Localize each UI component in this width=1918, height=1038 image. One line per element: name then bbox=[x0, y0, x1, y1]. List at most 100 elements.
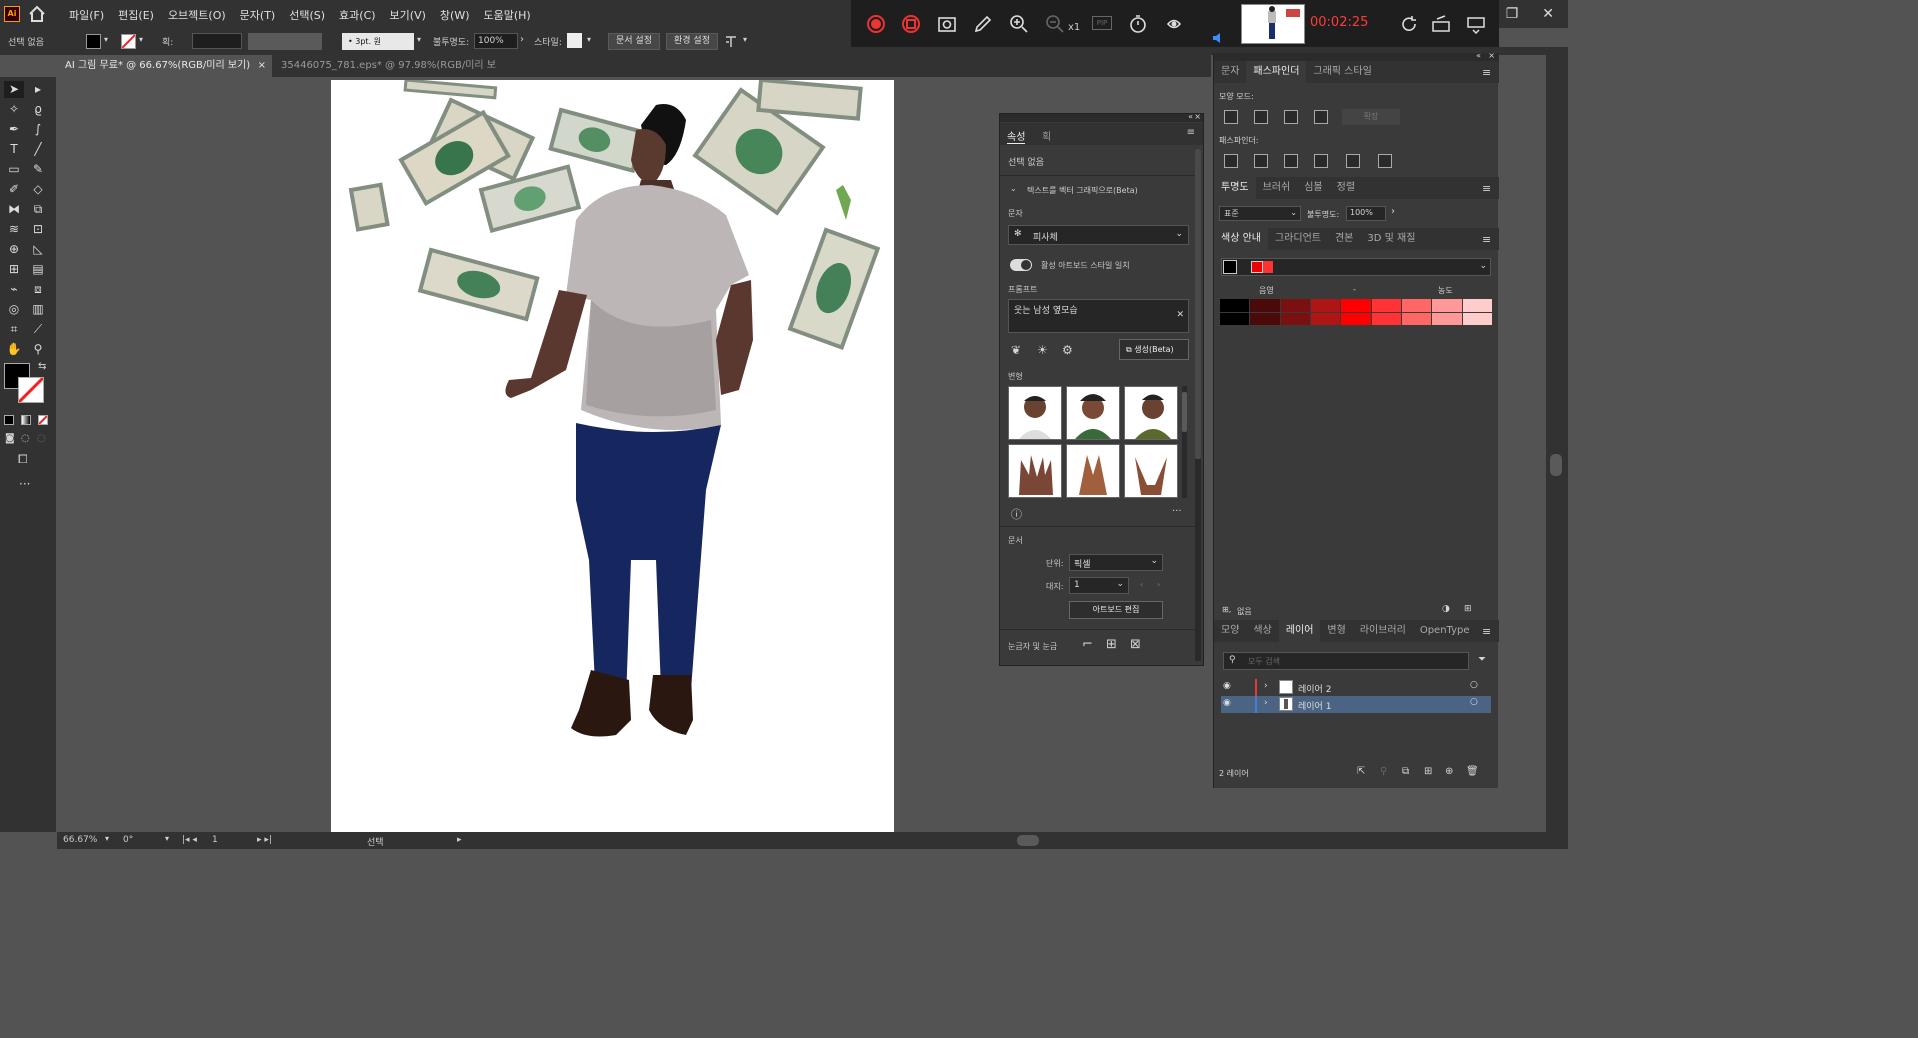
chevron-right-icon[interactable]: › bbox=[520, 34, 524, 45]
shade-swatch[interactable] bbox=[1311, 312, 1341, 325]
fill-color-swatch[interactable] bbox=[86, 34, 101, 49]
unit-select[interactable]: 픽셀 ⌄ bbox=[1069, 554, 1163, 571]
shade-swatch[interactable] bbox=[1402, 312, 1432, 325]
menu-file[interactable]: 파일(F) bbox=[62, 7, 111, 23]
layer-row-selected[interactable]: ◉ › 레이어 1 ○ bbox=[1221, 696, 1491, 713]
variable-width-profile[interactable] bbox=[248, 33, 322, 50]
chevron-down-icon[interactable]: ▾ bbox=[587, 35, 591, 44]
unite-icon[interactable] bbox=[1224, 110, 1238, 124]
rectangle-tool-icon[interactable]: ▭ bbox=[4, 161, 24, 178]
graphic-style-swatch[interactable] bbox=[567, 33, 582, 48]
chevron-down-icon[interactable]: ▾ bbox=[417, 35, 421, 44]
refresh-icon[interactable] bbox=[1399, 14, 1419, 34]
artboard-tool-icon[interactable]: ⌗ bbox=[4, 321, 24, 338]
column-graph-tool-icon[interactable]: ▥ bbox=[28, 301, 48, 318]
selection-tool-icon[interactable]: ➤ bbox=[4, 81, 24, 98]
artboard-select[interactable]: 1 ⌄ bbox=[1069, 577, 1129, 594]
trim-icon[interactable] bbox=[1254, 154, 1268, 168]
merge-icon[interactable] bbox=[1284, 154, 1298, 168]
variation-thumbnail-6[interactable] bbox=[1124, 444, 1178, 498]
chevron-down-icon[interactable]: ▾ bbox=[139, 35, 143, 44]
tab-align[interactable]: 정렬 bbox=[1330, 177, 1362, 199]
shade-swatch[interactable] bbox=[1432, 299, 1462, 312]
zoom-tool-icon[interactable]: ⚲ bbox=[28, 341, 48, 358]
cursor-highlight-icon[interactable] bbox=[1164, 14, 1184, 34]
locate-object-icon[interactable]: ⚲ bbox=[1380, 766, 1387, 777]
base-color-swatch[interactable] bbox=[1223, 260, 1237, 274]
prompt-input[interactable]: 웃는 남성 옆모습 ✕ bbox=[1008, 299, 1189, 333]
harmony-rules-bar[interactable]: ⌄ bbox=[1221, 258, 1491, 276]
variation-thumbnail-3[interactable] bbox=[1124, 386, 1178, 440]
tab-3d-materials[interactable]: 3D 및 재질 bbox=[1360, 228, 1422, 250]
arrange-documents-icon[interactable] bbox=[724, 34, 740, 50]
layer-name[interactable]: 레이어 2 bbox=[1298, 682, 1331, 695]
swatch-group-icon[interactable]: ⊞, bbox=[1222, 605, 1231, 614]
tab-appearance[interactable]: 모양 bbox=[1214, 620, 1246, 642]
delete-layer-icon[interactable]: 🗑 bbox=[1466, 766, 1479, 777]
close-panel-icon[interactable]: × bbox=[1194, 112, 1201, 121]
shade-swatch[interactable] bbox=[1311, 299, 1341, 312]
previous-artboard-icon[interactable]: ‹ bbox=[1140, 580, 1143, 589]
stroke-swatch[interactable] bbox=[17, 376, 45, 404]
preferences-button[interactable]: 환경 설정 bbox=[666, 33, 718, 50]
settings-gear-icon[interactable]: ⚙ bbox=[1062, 343, 1073, 357]
outline-icon[interactable] bbox=[1346, 154, 1360, 168]
menu-type[interactable]: 문자(T) bbox=[233, 7, 283, 23]
stop-icon[interactable] bbox=[901, 14, 921, 34]
menu-edit[interactable]: 편집(E) bbox=[111, 7, 161, 23]
panel-scrollbar[interactable] bbox=[1195, 149, 1201, 661]
shade-swatch[interactable] bbox=[1220, 312, 1250, 325]
minus-back-icon[interactable] bbox=[1378, 154, 1392, 168]
export-icon[interactable]: ⇱ bbox=[1357, 766, 1365, 777]
ruler-icon[interactable]: ⌐ bbox=[1082, 637, 1093, 652]
variation-thumbnail-5[interactable] bbox=[1066, 444, 1120, 498]
menu-help[interactable]: 도움말(H) bbox=[477, 7, 538, 23]
chevron-right-icon[interactable]: › bbox=[1264, 698, 1268, 708]
shade-swatch[interactable] bbox=[1462, 312, 1492, 325]
text-to-vector-heading[interactable]: 텍스트를 벡터 그래픽으로(Beta) bbox=[1027, 185, 1138, 196]
tab-character[interactable]: 문자 bbox=[1214, 61, 1246, 83]
shade-swatch[interactable] bbox=[1220, 299, 1250, 312]
tab-transparency[interactable]: 투명도 bbox=[1214, 177, 1256, 199]
tab-document-inactive[interactable]: 35446075_781.eps* @ 97.98%(RGB/미리 보기)× bbox=[273, 55, 517, 93]
exclude-icon[interactable] bbox=[1314, 110, 1328, 124]
menu-window[interactable]: 창(W) bbox=[433, 7, 477, 23]
eye-icon[interactable]: ◉ bbox=[1223, 698, 1231, 708]
tab-opentype[interactable]: OpenType bbox=[1413, 620, 1477, 642]
scale-tool-icon[interactable]: ⧉ bbox=[28, 201, 48, 218]
chevron-down-icon[interactable]: ⌄ bbox=[1010, 184, 1017, 193]
target-circle-icon[interactable]: ○ bbox=[1470, 680, 1478, 690]
type-tool-icon[interactable]: T bbox=[4, 141, 24, 158]
menu-select[interactable]: 선택(S) bbox=[282, 7, 332, 23]
none-mode-icon[interactable] bbox=[38, 415, 48, 425]
variation-thumbnail-2[interactable] bbox=[1066, 386, 1120, 440]
panel-menu-icon[interactable]: ≡ bbox=[1482, 625, 1491, 638]
warp-tool-icon[interactable]: ≋ bbox=[4, 221, 24, 238]
opacity-field[interactable]: 100% bbox=[1346, 206, 1386, 221]
swap-colors-icon[interactable]: ⇆ bbox=[38, 361, 46, 372]
variation-thumbnail-4[interactable] bbox=[1008, 444, 1062, 498]
style-picker-icon[interactable]: ❦ bbox=[1011, 343, 1021, 357]
menu-view[interactable]: 보기(V) bbox=[383, 7, 433, 23]
tab-stroke[interactable]: 획 bbox=[1042, 128, 1051, 143]
close-tab-icon[interactable]: × bbox=[258, 55, 266, 77]
tab-layers[interactable]: 레이어 bbox=[1278, 620, 1321, 642]
tab-brushes[interactable]: 브러쉬 bbox=[1256, 177, 1298, 199]
speaker-icon[interactable] bbox=[1211, 31, 1225, 45]
shaper-tool-icon[interactable]: ✐ bbox=[4, 181, 24, 198]
eye-icon[interactable]: ◉ bbox=[1223, 681, 1231, 691]
artboard-nav-arrows[interactable]: |◂ ◂ bbox=[182, 835, 197, 845]
effects-icon[interactable]: ☀ bbox=[1037, 343, 1048, 357]
reflect-tool-icon[interactable]: ⧓ bbox=[4, 201, 24, 218]
clipping-mask-icon[interactable]: ⧉ bbox=[1402, 766, 1409, 777]
collapse-panel-icon[interactable]: « bbox=[1476, 51, 1481, 60]
blend-tool-icon[interactable]: ⧈ bbox=[28, 281, 48, 298]
edit-video-icon[interactable] bbox=[1431, 14, 1451, 34]
tab-transform[interactable]: 변형 bbox=[1320, 620, 1352, 642]
pip-icon[interactable]: PIP bbox=[1092, 16, 1112, 30]
chevron-right-icon[interactable]: › bbox=[1391, 206, 1395, 217]
filter-icon[interactable]: ⏷ bbox=[1478, 654, 1486, 665]
tab-symbols[interactable]: 심볼 bbox=[1297, 177, 1329, 199]
type-select[interactable]: ✻ 피사체 ⌄ bbox=[1008, 225, 1189, 245]
mesh-tool-icon[interactable]: ⊞ bbox=[4, 261, 24, 278]
